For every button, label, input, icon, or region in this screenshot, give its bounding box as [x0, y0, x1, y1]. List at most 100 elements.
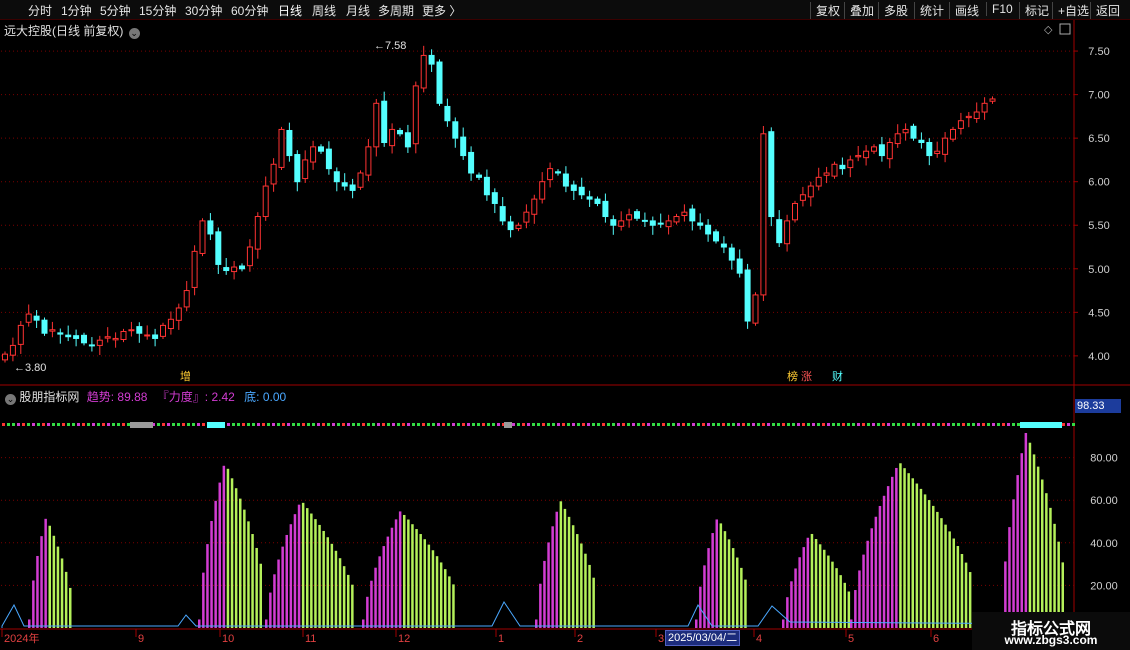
histogram-bar — [411, 524, 414, 628]
histogram-bar — [198, 619, 201, 628]
zhang-marker: 涨 — [801, 370, 812, 383]
bottom-label: 底: — [244, 390, 260, 404]
candle-body — [570, 184, 577, 191]
candle-body — [768, 131, 775, 218]
histogram-bar — [907, 473, 910, 628]
signal-dot — [597, 423, 600, 426]
signal-dot — [157, 423, 160, 426]
signal-dot — [42, 423, 45, 426]
force-label: 『力度』: — [156, 390, 209, 404]
price-tick-label: 5.00 — [1088, 264, 1109, 276]
histogram-bar — [243, 509, 246, 628]
kline-chart[interactable]: 7.50 7.00 6.50 6.00 5.50 5.00 4.50 4.00 ◇ ←7.58 ←3… — [0, 0, 1130, 650]
signal-dot — [712, 423, 715, 426]
histogram-bar — [210, 520, 213, 628]
signal-dot — [67, 423, 70, 426]
signal-dot — [467, 423, 470, 426]
signal-dot — [672, 423, 675, 426]
signal-dot — [322, 423, 325, 426]
histogram-bar — [543, 560, 546, 628]
signal-dot — [242, 423, 245, 426]
signal-dot — [607, 423, 610, 426]
histogram-bar — [802, 547, 805, 628]
price-tick-label: 6.00 — [1088, 177, 1109, 189]
signal-dot — [907, 423, 910, 426]
histogram-bar — [378, 556, 381, 628]
candle-body — [2, 353, 8, 361]
indicator-tick-label: 40.00 — [1090, 538, 1118, 550]
signal-dot — [512, 423, 515, 426]
signal-dot — [272, 423, 275, 426]
signal-dot — [392, 423, 395, 426]
candle-body — [428, 54, 435, 65]
signal-dot — [942, 423, 945, 426]
signal-dot — [647, 423, 650, 426]
histogram-bar — [390, 527, 394, 628]
histogram-bar — [786, 597, 789, 628]
histogram-bar — [895, 467, 898, 628]
candle-body — [626, 214, 633, 221]
signal-dot — [337, 423, 340, 426]
histogram-bar — [226, 468, 230, 628]
histogram-bar — [1045, 493, 1048, 628]
candle-body — [744, 269, 751, 322]
histogram-bar — [318, 524, 321, 628]
candle-body — [199, 220, 206, 254]
histogram-bar — [695, 619, 698, 628]
indicator-name[interactable]: 股朋指标网 — [19, 390, 79, 404]
histogram-bar — [69, 587, 72, 628]
signal-dot — [962, 423, 965, 426]
candle-body — [618, 220, 625, 227]
candle-body — [910, 125, 917, 139]
signal-dot — [477, 423, 480, 426]
candle-body — [231, 266, 238, 273]
signal-dot — [32, 423, 35, 426]
signal-dot — [462, 423, 465, 426]
candle-body — [499, 206, 506, 222]
signal-dot — [487, 423, 490, 426]
histogram-bar — [277, 559, 280, 628]
candle-body — [871, 146, 877, 152]
candle-body — [294, 154, 301, 183]
signal-dot — [602, 423, 605, 426]
signal-dot — [957, 423, 960, 426]
histogram-bar — [571, 525, 575, 628]
histogram-bar — [28, 619, 31, 628]
candle-body — [270, 163, 277, 185]
candle-body — [728, 247, 735, 261]
signal-dot — [402, 423, 405, 426]
histogram-bar — [927, 500, 931, 628]
candle-body — [167, 318, 174, 330]
signal-dot — [1012, 423, 1015, 426]
histogram-bar — [964, 562, 968, 628]
signal-dot — [492, 423, 495, 426]
signal-dot — [812, 423, 815, 426]
histogram-bar — [576, 534, 579, 628]
candle-body — [839, 164, 846, 170]
signal-dot — [432, 423, 435, 426]
histogram-bar — [269, 592, 272, 628]
candle-body — [349, 184, 356, 191]
signal-dot — [92, 423, 95, 426]
signal-dot — [617, 423, 620, 426]
signal-dot — [802, 423, 805, 426]
signal-dot — [297, 423, 300, 426]
signal-dot — [992, 423, 995, 426]
candle-body — [602, 200, 609, 218]
candle-body — [776, 219, 783, 244]
candle-body — [594, 198, 601, 204]
candle-body — [278, 128, 285, 168]
candle-body — [452, 121, 459, 139]
candle-body — [957, 120, 964, 129]
candle-body — [57, 332, 64, 335]
signal-dot — [667, 423, 670, 426]
signal-dot — [747, 423, 750, 426]
signal-dot — [372, 423, 375, 426]
histogram-bar — [351, 584, 354, 628]
histogram-bar — [923, 494, 927, 628]
chevron-down-icon[interactable]: ⌄ — [5, 394, 16, 405]
signal-dot — [817, 423, 820, 426]
cursor-date: 2025/03/04/二 — [665, 630, 741, 646]
signal-dot — [662, 423, 665, 426]
signal-dot — [972, 423, 975, 426]
